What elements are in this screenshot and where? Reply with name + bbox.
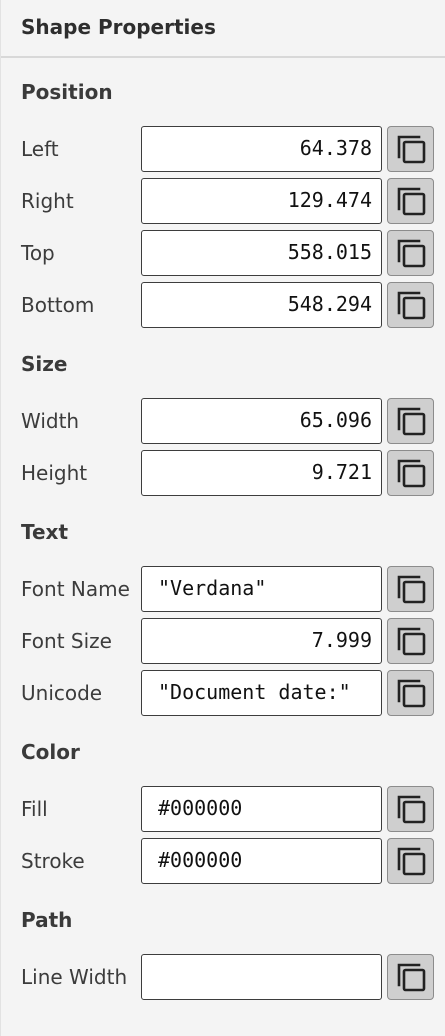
copy-button-right[interactable] <box>387 178 434 224</box>
copy-button-width[interactable] <box>387 398 434 444</box>
property-label-bottom: Bottom <box>21 293 95 317</box>
panel-title: Shape Properties <box>21 15 216 39</box>
section-title-path: Path <box>21 908 73 932</box>
copy-button-bottom[interactable] <box>387 282 434 328</box>
property-row-width: Width 65.096 <box>1 397 445 445</box>
property-field-width[interactable]: 65.096 <box>141 398 382 444</box>
property-field-font-size[interactable]: 7.999 <box>141 618 382 664</box>
property-field-stroke[interactable]: #000000 <box>141 838 382 884</box>
property-label-stroke: Stroke <box>21 849 85 873</box>
copy-icon <box>397 963 425 992</box>
property-label-fill: Fill <box>21 797 48 821</box>
property-row-font-name: Font Name "Verdana" <box>1 565 445 613</box>
property-label-right: Right <box>21 189 74 213</box>
property-label-line-width: Line Width <box>21 965 128 989</box>
copy-icon <box>397 187 425 216</box>
section-title-text: Text <box>21 520 69 544</box>
copy-button-fill[interactable] <box>387 786 434 832</box>
copy-icon <box>397 679 425 708</box>
copy-button-left[interactable] <box>387 126 434 172</box>
property-label-font-size: Font Size <box>21 629 112 653</box>
copy-button-height[interactable] <box>387 450 434 496</box>
copy-button-font-size[interactable] <box>387 618 434 664</box>
property-label-left: Left <box>21 137 59 161</box>
property-row-font-size: Font Size 7.999 <box>1 617 445 665</box>
copy-icon <box>397 291 425 320</box>
copy-button-unicode[interactable] <box>387 670 434 716</box>
property-row-line-width: Line Width <box>1 953 445 1001</box>
property-label-top: Top <box>21 241 55 265</box>
property-field-fill[interactable]: #000000 <box>141 786 382 832</box>
property-row-left: Left 64.378 <box>1 125 445 173</box>
property-label-font-name: Font Name <box>21 577 130 601</box>
copy-button-font-name[interactable] <box>387 566 434 612</box>
copy-icon <box>397 627 425 656</box>
property-field-bottom[interactable]: 548.294 <box>141 282 382 328</box>
panel-header: Shape Properties <box>1 0 445 58</box>
property-row-height: Height 9.721 <box>1 449 445 497</box>
copy-icon <box>397 575 425 604</box>
property-field-unicode[interactable]: "Document date:" <box>141 670 382 716</box>
copy-button-top[interactable] <box>387 230 434 276</box>
property-field-line-width[interactable] <box>141 954 382 1000</box>
copy-icon <box>397 407 425 436</box>
copy-icon <box>397 795 425 824</box>
shape-properties-panel: Shape Properties Position Left 64.378 Ri… <box>0 0 445 1036</box>
copy-icon <box>397 135 425 164</box>
copy-button-stroke[interactable] <box>387 838 434 884</box>
property-field-right[interactable]: 129.474 <box>141 178 382 224</box>
property-row-bottom: Bottom 548.294 <box>1 281 445 329</box>
property-field-left[interactable]: 64.378 <box>141 126 382 172</box>
copy-icon <box>397 239 425 268</box>
copy-icon <box>397 847 425 876</box>
copy-icon <box>397 459 425 488</box>
property-row-unicode: Unicode "Document date:" <box>1 669 445 717</box>
section-title-position: Position <box>21 80 113 104</box>
property-row-fill: Fill #000000 <box>1 785 445 833</box>
section-title-color: Color <box>21 740 80 764</box>
property-field-font-name[interactable]: "Verdana" <box>141 566 382 612</box>
property-label-height: Height <box>21 461 88 485</box>
section-title-size: Size <box>21 352 68 376</box>
property-field-top[interactable]: 558.015 <box>141 230 382 276</box>
property-row-top: Top 558.015 <box>1 229 445 277</box>
property-row-right: Right 129.474 <box>1 177 445 225</box>
property-field-height[interactable]: 9.721 <box>141 450 382 496</box>
copy-button-line-width[interactable] <box>387 954 434 1000</box>
property-label-unicode: Unicode <box>21 681 103 705</box>
property-row-stroke: Stroke #000000 <box>1 837 445 885</box>
property-label-width: Width <box>21 409 80 433</box>
